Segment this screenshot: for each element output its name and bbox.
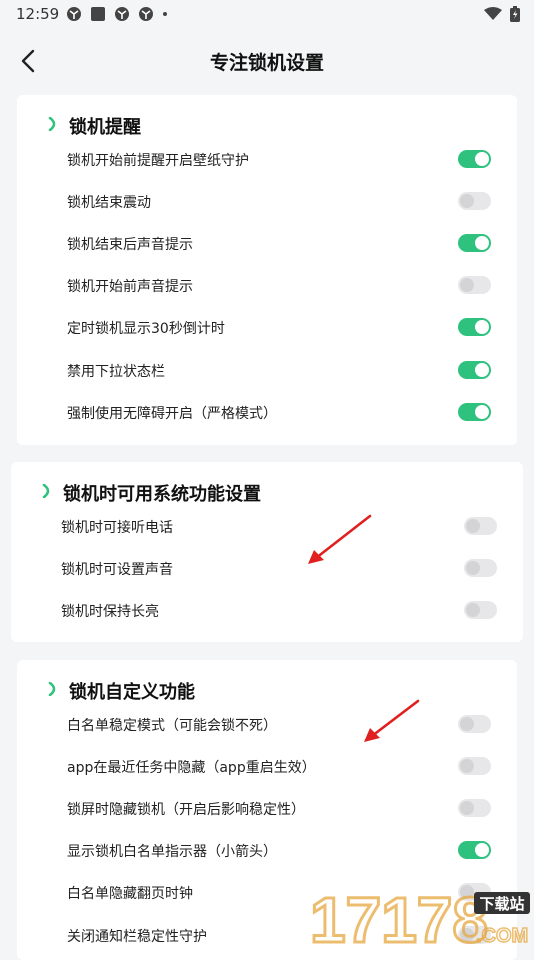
- setting-row[interactable]: 锁机时保持长亮: [11, 589, 523, 631]
- top-app-bar: 专注锁机设置: [0, 38, 534, 84]
- toggle-knob: [460, 801, 474, 815]
- toggle-switch[interactable]: [458, 150, 491, 168]
- toggle-knob: [460, 278, 474, 292]
- setting-label: 显示锁机白名单指示器（小箭头）: [67, 844, 277, 860]
- toggle-knob: [475, 236, 489, 250]
- setting-label: 禁用下拉状态栏: [67, 364, 165, 380]
- toggle-switch[interactable]: [458, 318, 491, 336]
- app-icon: [67, 7, 81, 21]
- toggle-switch[interactable]: [464, 517, 497, 535]
- setting-label: 锁机结束后声音提示: [67, 237, 193, 253]
- setting-row[interactable]: 白名单稳定模式（可能会锁不死）: [17, 703, 517, 745]
- toggle-knob: [466, 603, 480, 617]
- toggle-knob: [466, 561, 480, 575]
- toggle-switch[interactable]: [458, 757, 491, 775]
- dot-icon: [163, 12, 167, 16]
- annotation-arrow-icon: [364, 699, 420, 742]
- setting-row[interactable]: 锁机开始前声音提示: [17, 264, 517, 306]
- status-bar: 12:59: [0, 0, 534, 30]
- setting-row[interactable]: 锁机结束后声音提示: [17, 222, 517, 264]
- setting-row[interactable]: 锁屏时隐藏锁机（开启后影响稳定性）: [17, 787, 517, 829]
- system-icons: [484, 6, 520, 22]
- square-app-icon: [91, 7, 105, 21]
- status-time: 12:59: [16, 5, 60, 23]
- toggle-switch[interactable]: [458, 841, 491, 859]
- setting-label: 锁机开始前提醒开启壁纸守护: [67, 153, 249, 169]
- setting-row[interactable]: app在最近任务中隐藏（app重启生效）: [17, 745, 517, 787]
- section-card-system-functions: 锁机时可用系统功能设置 锁机时可接听电话 锁机时可设置声音 锁机时保持长亮: [11, 462, 523, 642]
- section-title: 锁机提醒: [69, 117, 141, 138]
- setting-label: 锁机时保持长亮: [61, 604, 159, 620]
- app-icon: [139, 7, 153, 21]
- section-card-lock-reminder: 锁机提醒 锁机开始前提醒开启壁纸守护 锁机结束震动 锁机结束后声音提示 锁机开始…: [17, 95, 517, 445]
- setting-row[interactable]: 锁机开始前提醒开启壁纸守护: [17, 138, 517, 180]
- watermark-digits: 17178: [310, 884, 488, 948]
- setting-label: 白名单稳定模式（可能会锁不死）: [67, 718, 277, 734]
- battery-charging-icon: [510, 6, 520, 22]
- setting-row[interactable]: 锁机时可设置声音: [11, 547, 523, 589]
- page-title: 专注锁机设置: [209, 52, 324, 74]
- toggle-knob: [475, 363, 489, 377]
- setting-row[interactable]: 禁用下拉状态栏: [17, 349, 517, 391]
- setting-label: 定时锁机显示30秒倒计时: [67, 321, 225, 337]
- toggle-switch[interactable]: [458, 276, 491, 294]
- toggle-knob: [460, 717, 474, 731]
- setting-row[interactable]: 显示锁机白名单指示器（小箭头）: [17, 829, 517, 871]
- setting-label: 白名单隐藏翻页时钟: [67, 886, 193, 902]
- wifi-icon: [484, 7, 502, 20]
- setting-label: 锁机时可接听电话: [61, 520, 173, 536]
- toggle-knob: [475, 405, 489, 419]
- app-icon: [115, 7, 129, 21]
- toggle-knob: [475, 320, 489, 334]
- watermark-badge: 下载站: [479, 895, 524, 913]
- loading-arc-icon: [48, 682, 56, 696]
- loading-arc-icon: [42, 484, 50, 498]
- watermark-domain: .COM: [476, 925, 528, 947]
- toggle-switch[interactable]: [458, 192, 491, 210]
- toggle-knob: [460, 759, 474, 773]
- setting-label: app在最近任务中隐藏（app重启生效）: [67, 760, 316, 776]
- setting-row[interactable]: 锁机时可接听电话: [11, 505, 523, 547]
- annotation-arrow-icon: [308, 514, 372, 564]
- toggle-knob: [475, 843, 489, 857]
- setting-label: 关闭通知栏稳定性守护: [67, 929, 207, 945]
- setting-label: 锁机结束震动: [67, 195, 151, 211]
- toggle-switch[interactable]: [458, 799, 491, 817]
- toggle-switch[interactable]: [458, 361, 491, 379]
- toggle-switch[interactable]: [458, 715, 491, 733]
- setting-row[interactable]: 定时锁机显示30秒倒计时: [17, 306, 517, 348]
- notification-icons: [66, 6, 168, 22]
- section-title: 锁机自定义功能: [69, 682, 195, 703]
- toggle-knob: [475, 152, 489, 166]
- loading-arc-icon: [48, 117, 56, 131]
- toggle-knob: [466, 519, 480, 533]
- setting-label: 强制使用无障碍开启（严格模式）: [67, 406, 277, 422]
- toggle-switch[interactable]: [464, 559, 497, 577]
- toggle-switch[interactable]: [458, 234, 491, 252]
- setting-label: 锁屏时隐藏锁机（开启后影响稳定性）: [67, 802, 305, 818]
- setting-row[interactable]: 锁机结束震动: [17, 180, 517, 222]
- setting-label: 锁机时可设置声音: [61, 562, 173, 578]
- setting-row[interactable]: 强制使用无障碍开启（严格模式）: [17, 391, 517, 433]
- toggle-switch[interactable]: [464, 601, 497, 619]
- toggle-knob: [460, 194, 474, 208]
- setting-label: 锁机开始前声音提示: [67, 279, 193, 295]
- section-title: 锁机时可用系统功能设置: [63, 484, 261, 505]
- site-watermark-logo: 17178 下载站 .COM: [309, 883, 530, 948]
- toggle-switch[interactable]: [458, 403, 491, 421]
